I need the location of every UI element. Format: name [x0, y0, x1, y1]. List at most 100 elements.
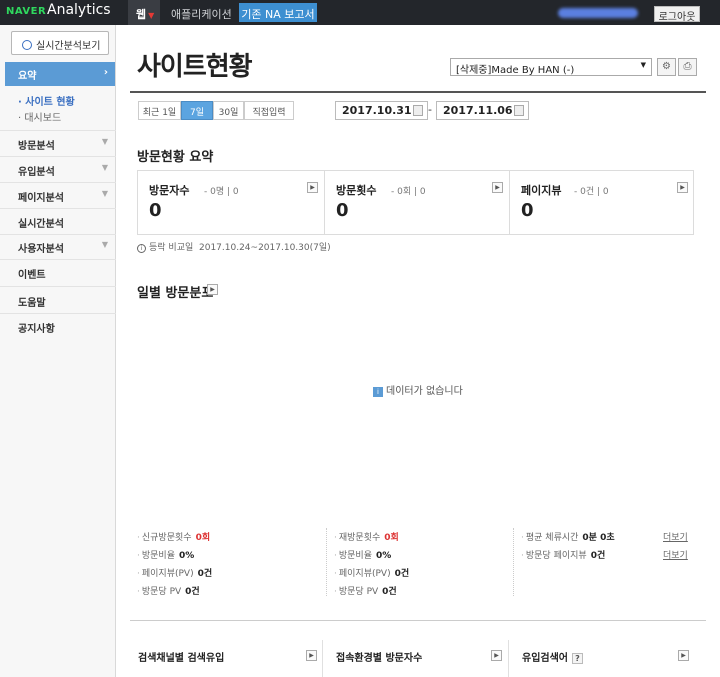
sidebar-item-realtime-analysis[interactable]: 실시간분석: [18, 215, 112, 230]
help-icon[interactable]: ?: [572, 653, 583, 664]
gear-icon[interactable]: ⚙: [657, 58, 676, 76]
stat-pv-per-visit: · 방문당 PV 0건: [334, 587, 397, 597]
sidebar-item-event[interactable]: 이벤트: [18, 266, 112, 281]
realtime-analysis-button[interactable]: 실시간분석보기: [11, 31, 109, 55]
sidebar-item-summary[interactable]: 요약 ›: [5, 62, 115, 86]
chevron-right-icon[interactable]: ▶: [677, 182, 688, 193]
stat-label: 방문당 PV: [141, 587, 182, 597]
stat-label: 방문비율: [338, 551, 372, 561]
nav-application-tab[interactable]: 애플리케이션: [171, 6, 232, 22]
divider: [0, 130, 116, 131]
stat-label: 신규방문횟수: [141, 533, 192, 543]
calendar-icon[interactable]: [514, 105, 524, 116]
site-select-value: [삭제중]Made By HAN (-): [456, 65, 575, 76]
visits-card: 방문횟수 - 0회 | 0 0 ▶: [324, 171, 509, 234]
sidebar-item-page-analysis[interactable]: 페이지분석 ▼: [18, 189, 112, 204]
more-link[interactable]: 더보기: [663, 530, 688, 543]
nav-web-tab[interactable]: 웹 ▼: [128, 0, 160, 25]
chevron-right-icon[interactable]: ▶: [306, 650, 317, 661]
stat-label: 방문당 페이지뷰: [525, 551, 587, 561]
more-link[interactable]: 더보기: [663, 548, 688, 561]
stat-pages-per-visit: · 방문당 페이지뷰 0건: [521, 551, 606, 561]
stat-value: 0건: [185, 587, 200, 597]
end-date-value: 2017.11.06: [443, 104, 513, 117]
end-date-field[interactable]: 2017.11.06: [436, 101, 529, 120]
stat-pageviews: · 페이지뷰(PV) 0건: [334, 569, 410, 579]
stat-label: 방문비율: [141, 551, 175, 561]
sidebar-item-notice[interactable]: 공지사항: [18, 320, 112, 335]
sidebar-item-label: 실시간분석: [18, 219, 64, 230]
legacy-report-button[interactable]: 기존 NA 보고서: [239, 3, 317, 22]
inflow-keyword-title: 유입검색어?: [522, 649, 583, 664]
tab-last-1-day[interactable]: 최근 1일: [138, 101, 181, 120]
chevron-down-icon: ▼: [101, 189, 108, 198]
chevron-down-icon: ▼: [148, 11, 155, 20]
sidebar-item-label: 유입분석: [18, 167, 55, 178]
divider: [0, 208, 116, 209]
card-change: - 0건 | 0: [574, 187, 609, 197]
chevron-right-icon[interactable]: ▶: [207, 284, 218, 295]
stat-pv-per-visit: · 방문당 PV 0건: [137, 587, 200, 597]
compare-label: 등락 비교일: [149, 243, 194, 253]
sidebar-item-label: 페이지분석: [18, 193, 64, 204]
start-date-field[interactable]: 2017.10.31: [335, 101, 428, 120]
logout-button[interactable]: 로그아웃: [654, 6, 700, 23]
divider: [130, 91, 706, 93]
sidebar-item-label: 방문분석: [18, 141, 55, 152]
divider: [0, 286, 116, 287]
sidebar-item-inflow-analysis[interactable]: 유입분석 ▼: [18, 163, 112, 178]
stat-value: 0건: [382, 587, 397, 597]
site-select-dropdown[interactable]: [삭제중]Made By HAN (-) ▼: [450, 58, 652, 76]
card-value: 0: [521, 200, 534, 221]
divider: [508, 640, 509, 677]
no-data-message: i 데이터가 없습니다: [373, 382, 463, 397]
chevron-right-icon: ›: [103, 67, 108, 78]
info-icon: i: [137, 244, 146, 253]
print-icon[interactable]: ⎙: [678, 58, 697, 76]
stat-label: 페이지뷰(PV): [141, 569, 194, 579]
calendar-icon[interactable]: [413, 105, 423, 116]
sidebar: 실시간분석보기 요약 › · 사이트 현황 · 대시보드 방문분석 ▼ 유입분석 ▼ …: [0, 25, 116, 677]
card-change: - 0회 | 0: [391, 187, 426, 197]
tab-7-days[interactable]: 7일: [181, 101, 213, 120]
chevron-down-icon: ▼: [101, 163, 108, 172]
chevron-right-icon[interactable]: ▶: [491, 650, 502, 661]
stat-value: 0건: [590, 551, 606, 561]
compare-range: 2017.10.24~2017.10.30(7일): [199, 243, 331, 253]
card-value: 0: [336, 200, 349, 221]
sidebar-item-visit-analysis[interactable]: 방문분석 ▼: [18, 137, 112, 152]
divider: [326, 528, 327, 596]
page-title: 사이트현황: [137, 52, 253, 82]
stat-value: 0회: [384, 533, 399, 543]
card-label: 페이지뷰: [521, 184, 562, 197]
stat-new-visits: · 신규방문횟수 0회: [137, 533, 211, 543]
visitors-card: 방문자수 - 0명 | 0 0 ▶: [138, 171, 324, 234]
tab-custom-range[interactable]: 직접입력: [244, 101, 294, 120]
chevron-down-icon: ▼: [101, 137, 108, 146]
stat-label: 페이지뷰(PV): [338, 569, 391, 579]
chevron-down-icon: ▼: [101, 240, 108, 249]
stat-label: 평균 체류시간: [525, 533, 579, 543]
chevron-right-icon[interactable]: ▶: [307, 182, 318, 193]
chevron-right-icon[interactable]: ▶: [678, 650, 689, 661]
sidebar-item-label: 도움말: [18, 298, 46, 309]
clock-icon: [22, 40, 32, 50]
card-label: 방문횟수: [336, 184, 377, 197]
env-visitors-title: 접속환경별 방문자수: [336, 653, 423, 664]
sidebar-subitem-site-status[interactable]: · 사이트 현황: [18, 93, 75, 108]
naver-logo[interactable]: NAVER: [6, 6, 46, 17]
sidebar-item-label: 요약: [18, 71, 37, 82]
chevron-right-icon[interactable]: ▶: [492, 182, 503, 193]
compare-period: i 등락 비교일 2017.10.24~2017.10.30(7일): [137, 240, 331, 253]
sidebar-item-user-analysis[interactable]: 사용자분석 ▼: [18, 240, 112, 255]
top-navigation-bar: NAVER Analytics 웹 ▼ 애플리케이션 기존 NA 보고서 로그아웃: [0, 0, 720, 25]
nav-web-label: 웹: [136, 8, 147, 21]
sidebar-item-help[interactable]: 도움말: [18, 294, 112, 309]
analytics-logo[interactable]: Analytics: [47, 2, 111, 18]
sidebar-subitem-dashboard[interactable]: · 대시보드: [18, 109, 61, 124]
divider: [513, 528, 514, 596]
stat-visit-ratio: · 방문비율 0%: [334, 551, 392, 561]
stat-value: 0분 0초: [582, 533, 615, 543]
stat-label: 방문당 PV: [338, 587, 379, 597]
tab-30-days[interactable]: 30일: [213, 101, 244, 120]
